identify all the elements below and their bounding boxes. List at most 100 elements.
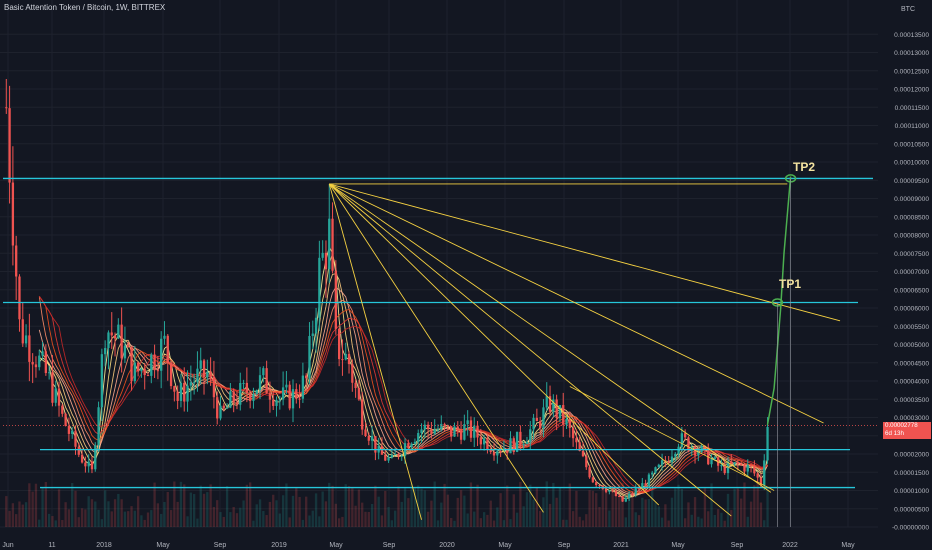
volume-bar <box>265 515 268 527</box>
chart-canvas[interactable]: -0.00000000 0.00000500 0.00001000 0.0000150… <box>0 0 932 550</box>
y-tick-label: 0.00013500 <box>894 32 929 39</box>
candle-body <box>667 461 670 463</box>
candle-body <box>529 429 532 442</box>
candle-body <box>242 382 245 384</box>
volume-bar <box>8 510 11 527</box>
volume-bar <box>71 482 74 527</box>
fan-line[interactable] <box>329 183 841 322</box>
candle-body <box>225 407 229 409</box>
candle-body <box>390 454 394 458</box>
volume-bar <box>136 496 140 527</box>
candle-body <box>291 389 295 409</box>
current-price-value: 0.00002778 <box>885 422 918 429</box>
volume-bar <box>687 502 690 527</box>
volume-bar <box>733 488 736 527</box>
volume-bar <box>77 517 80 527</box>
volume-bar <box>364 511 367 527</box>
candle-body <box>331 218 334 271</box>
volume-bar <box>604 491 608 527</box>
volume-bar <box>219 512 222 527</box>
candle-body <box>469 420 473 438</box>
volume-bar <box>5 496 8 527</box>
time-axis[interactable]: Jun 11 2018 May Sep 2019 May Sep 2020 May Sep 2021 M… <box>2 542 855 549</box>
candle-body <box>644 483 647 487</box>
candle-body <box>446 425 450 427</box>
volume-bar <box>697 516 700 527</box>
volume-bar <box>436 520 440 527</box>
volume-bar <box>295 487 298 527</box>
candle-body <box>647 474 651 487</box>
candle-body <box>463 424 466 440</box>
candle-body <box>585 456 588 468</box>
candle-body <box>308 336 311 379</box>
candle-body <box>532 417 535 430</box>
volume-bar <box>482 512 486 527</box>
volume-bar <box>275 500 278 527</box>
volume-bar <box>710 483 713 527</box>
candle-body <box>5 107 8 109</box>
volume-bar <box>347 486 351 527</box>
candle-body <box>677 446 680 454</box>
volume-bar <box>255 504 258 527</box>
candle-body <box>80 454 84 463</box>
candle-body <box>397 454 400 457</box>
candle-body <box>621 496 624 502</box>
candle-body <box>535 417 539 422</box>
horizontal-levels[interactable] <box>3 177 873 489</box>
candle-body <box>34 364 38 368</box>
volume-bar <box>120 499 123 527</box>
volume-bar <box>133 510 136 527</box>
volume-bar <box>440 502 443 527</box>
volume-bar <box>394 510 397 527</box>
candle-body <box>18 276 21 320</box>
candle-body <box>143 368 146 376</box>
y-tick-label: 0.00005500 <box>894 324 929 331</box>
candle-body <box>8 108 11 183</box>
volume-bar <box>100 519 104 527</box>
volume-bar <box>186 516 189 527</box>
candle-body <box>255 389 258 395</box>
volume-bar <box>123 511 127 527</box>
volume-bar <box>390 520 394 527</box>
volume-bar <box>239 507 242 527</box>
candle-body <box>120 324 123 359</box>
volume-bar <box>64 502 67 527</box>
volume-bar <box>634 512 637 527</box>
volume-bar <box>97 509 100 527</box>
y-tick-label: 0.00001000 <box>894 488 929 495</box>
candle-body <box>344 353 347 360</box>
volume-bar <box>143 519 146 527</box>
volume-bar <box>568 483 571 527</box>
volume-bar <box>44 482 47 527</box>
candle-body <box>192 382 196 384</box>
candle-body <box>720 465 723 467</box>
price-axis[interactable]: -0.00000000 0.00000500 0.00001000 0.0000150… <box>892 32 929 532</box>
candle-body <box>123 345 127 359</box>
volume-bar <box>87 496 90 527</box>
volume-bar <box>492 520 496 527</box>
candle-body <box>473 425 476 438</box>
x-tick-label: Sep <box>214 542 227 549</box>
volume-bar <box>384 490 387 527</box>
chart-area[interactable]: -0.00000000 0.00000500 0.00001000 0.0000150… <box>0 0 932 550</box>
candle-body <box>608 490 611 492</box>
candle-body <box>295 389 298 399</box>
candle-body <box>515 431 519 452</box>
x-tick-label: Sep <box>731 542 744 549</box>
volume-bar <box>377 496 380 527</box>
trend-line[interactable] <box>569 386 775 491</box>
projection-path[interactable] <box>766 176 792 425</box>
fan-line[interactable] <box>328 183 732 517</box>
y-tick-label: 0.00008000 <box>894 233 929 240</box>
volume-bar <box>288 517 291 527</box>
fan-line[interactable] <box>328 183 772 493</box>
candle-body <box>763 460 766 486</box>
candle-body <box>57 388 61 406</box>
candle-body <box>38 355 41 368</box>
fan-line[interactable] <box>329 183 824 424</box>
candle-body <box>740 463 743 465</box>
candle-body <box>61 405 64 414</box>
volume-bar <box>680 488 684 527</box>
volume-bar <box>153 482 156 527</box>
x-tick-label: May <box>156 542 170 549</box>
